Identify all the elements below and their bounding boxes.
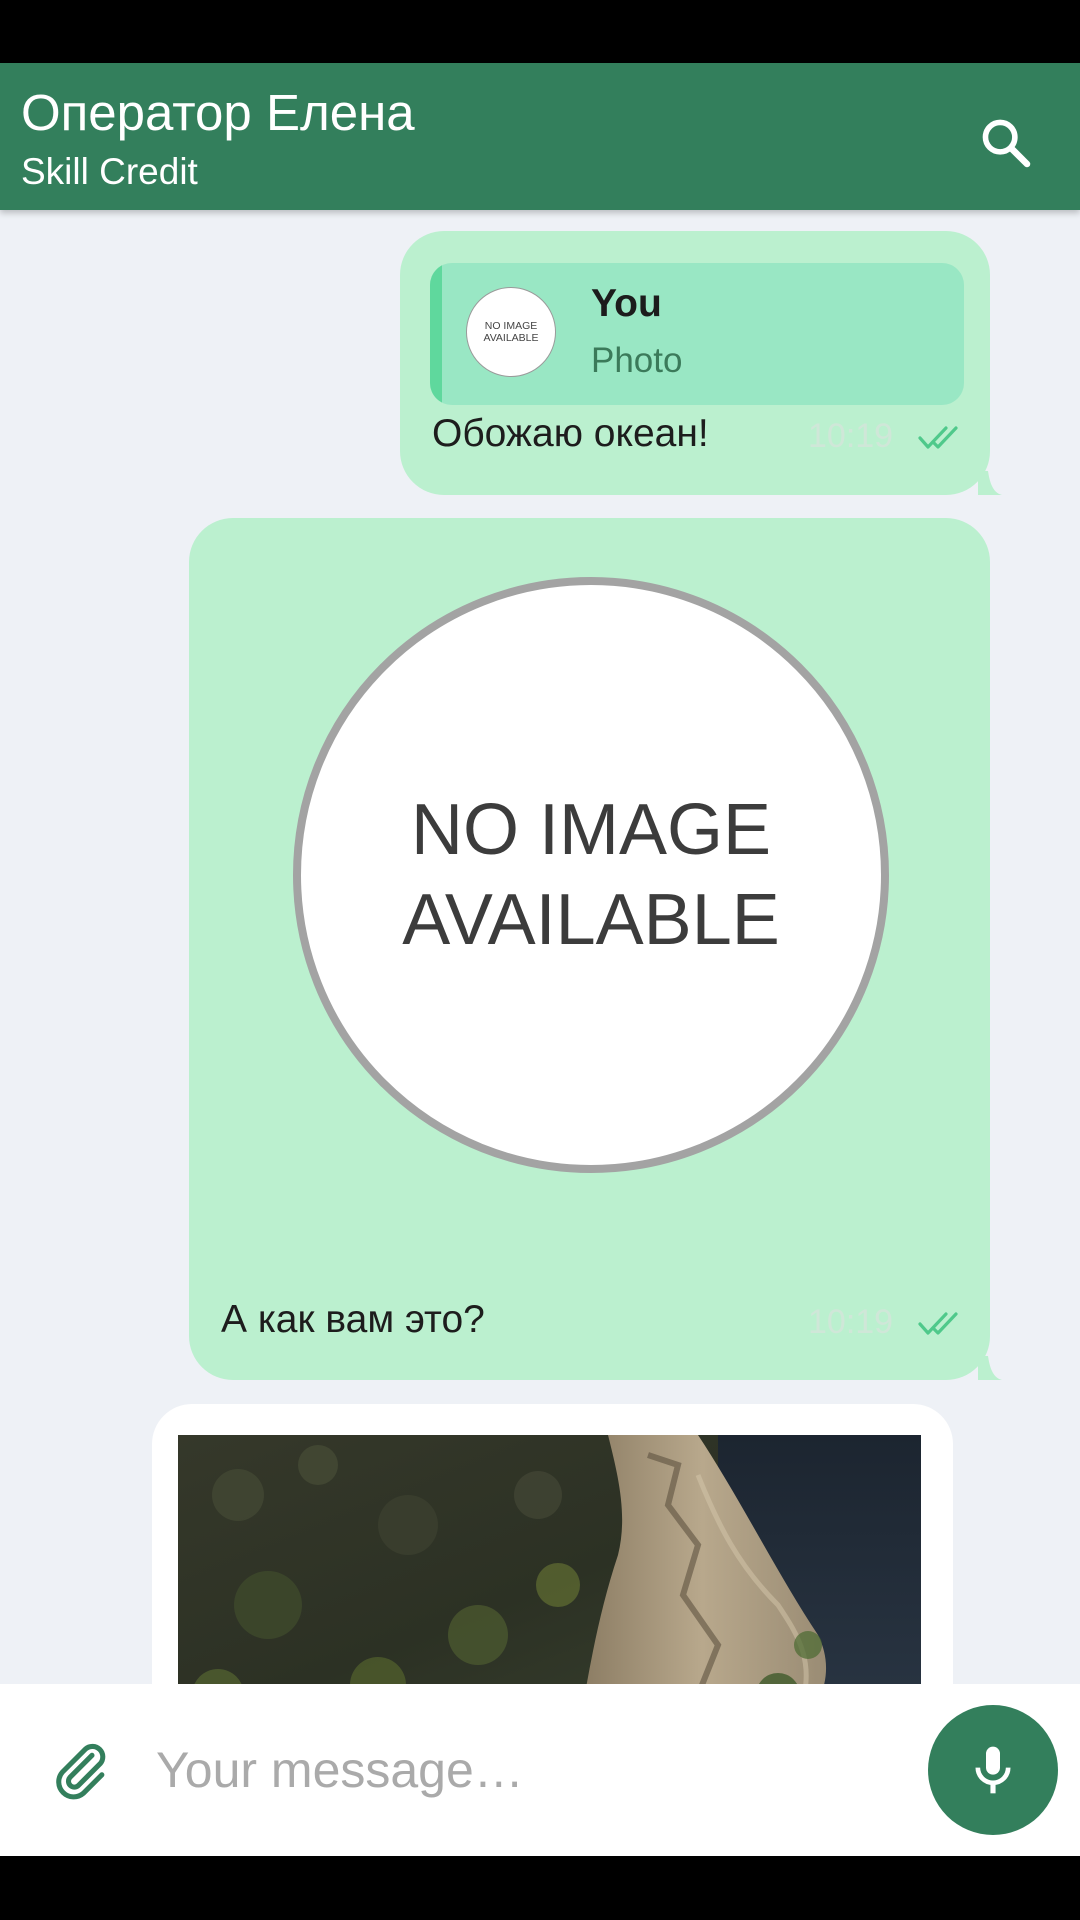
message-list[interactable]: NO IMAGE AVAILABLE You Photo Обожаю океа… (0, 210, 1080, 1684)
double-check-icon (918, 426, 958, 449)
message-input[interactable] (156, 1726, 896, 1814)
microphone-icon (975, 1746, 1011, 1794)
attach-button[interactable] (42, 1728, 118, 1812)
microphone-button[interactable] (928, 1705, 1058, 1835)
message-text: Обожаю океан! (432, 412, 709, 455)
chat-subtitle: Skill Credit (21, 151, 198, 192)
bubble-tail (978, 1356, 1002, 1380)
reply-quote[interactable]: NO IMAGE AVAILABLE You Photo (430, 263, 964, 405)
reply-accent-bar (430, 263, 442, 405)
app-bar: Оператор Елена Skill Credit (0, 63, 1080, 210)
reply-thumb-line1: NO IMAGE (484, 319, 538, 332)
image-placeholder[interactable]: NO IMAGE AVAILABLE (293, 577, 889, 1173)
paperclip-icon (56, 1743, 106, 1800)
message-time: 10:19 (808, 417, 894, 455)
reply-type-label: Photo (591, 341, 683, 380)
landscape-photo-graphic (178, 1435, 921, 1684)
landscape-photo[interactable] (178, 1435, 921, 1684)
message-composer (0, 1684, 1080, 1856)
chat-title[interactable]: Оператор Елена (21, 83, 415, 142)
search-button[interactable] (966, 103, 1046, 183)
reply-thumb-line2: AVAILABLE (483, 332, 539, 344)
message-text: А как вам это? (221, 1298, 485, 1341)
reply-thumbnail: NO IMAGE AVAILABLE (466, 287, 556, 377)
message-time: 10:19 (808, 1303, 894, 1341)
system-navigation-bar (0, 1856, 1080, 1920)
reply-author: You (591, 282, 662, 325)
bubble-tail (978, 471, 1002, 495)
image-placeholder-line1: NO IMAGE (410, 790, 772, 870)
image-placeholder-line2: AVAILABLE (402, 880, 780, 960)
incoming-image-message-bubble[interactable] (152, 1404, 953, 1684)
status-bar (0, 0, 1080, 63)
double-check-icon (918, 1312, 958, 1335)
search-icon (982, 119, 1031, 168)
